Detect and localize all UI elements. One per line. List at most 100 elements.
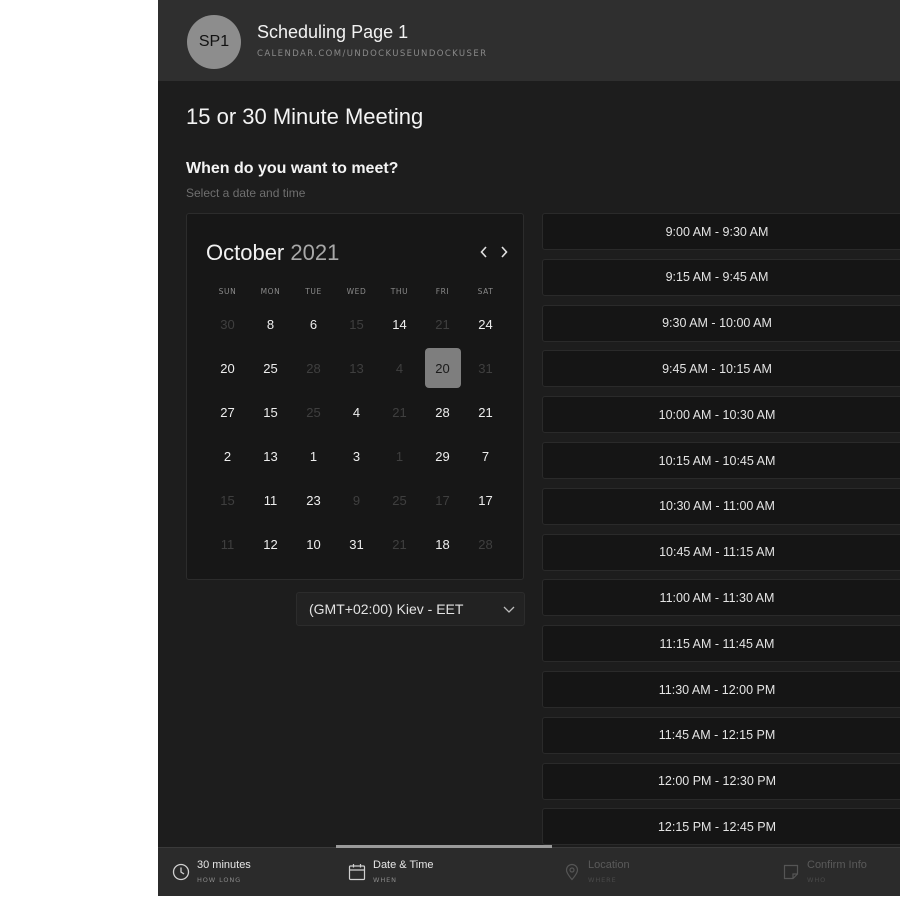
time-slot-button[interactable]: 10:15 AM - 10:45 AM <box>542 442 900 479</box>
available-day[interactable]: 17 <box>464 478 507 522</box>
month-label: October <box>206 240 285 265</box>
available-day[interactable]: 18 <box>421 522 464 566</box>
available-day[interactable]: 13 <box>249 434 292 478</box>
unavailable-day: 15 <box>335 302 378 346</box>
time-slot-button[interactable]: 10:45 AM - 11:15 AM <box>542 533 900 571</box>
time-slot-button[interactable]: 12:00 PM - 12:30 PM <box>542 762 900 800</box>
available-day[interactable]: 10 <box>292 522 335 566</box>
day-number: 3 <box>352 448 361 464</box>
previous-month-button[interactable] <box>476 242 492 262</box>
location-pin-icon <box>565 863 579 881</box>
unavailable-day: 9 <box>335 478 378 522</box>
weekday-label: SUN <box>218 287 237 296</box>
available-day[interactable]: 7 <box>464 434 507 478</box>
time-slot-button[interactable]: 9:00 AM - 9:30 AM <box>542 213 900 250</box>
step-subtitle: HOW LONG <box>197 876 242 884</box>
selected-day[interactable]: 20 <box>421 346 464 390</box>
unavailable-day: 13 <box>335 346 378 390</box>
time-slot-button[interactable]: 9:45 AM - 10:15 AM <box>542 350 900 388</box>
available-day[interactable]: 1 <box>292 434 335 478</box>
available-day[interactable]: 3 <box>335 434 378 478</box>
step-title: Date & Time <box>373 859 434 871</box>
available-day[interactable]: 24 <box>464 302 507 346</box>
step-subtitle: WHEN <box>373 876 397 884</box>
day-number: 8 <box>266 316 275 332</box>
available-day[interactable]: 15 <box>249 390 292 434</box>
time-slot-button[interactable]: 9:15 AM - 9:45 AM <box>542 258 900 296</box>
time-slot-button[interactable]: 11:45 AM - 12:15 PM <box>542 716 900 754</box>
day-number: 21 <box>392 404 407 420</box>
day-number: 31 <box>478 360 493 376</box>
available-day[interactable]: 4 <box>335 390 378 434</box>
time-slot-button[interactable]: 12:15 PM - 12:45 PM <box>542 808 900 846</box>
available-day[interactable]: 31 <box>335 522 378 566</box>
time-slot-button[interactable]: 11:00 AM - 11:30 AM <box>542 579 900 617</box>
step-subtitle: WHERE <box>588 876 617 884</box>
day-number: 28 <box>306 360 321 376</box>
scheduling-app: SP1 Scheduling Page 1 CALENDAR.COM/UNDOC… <box>158 0 900 896</box>
meeting-title: 15 or 30 Minute Meeting <box>186 104 424 129</box>
unavailable-day: 28 <box>464 522 507 566</box>
calendar-days-grid: 30 8 6 15 14 21 24 20 25 28 13 4 20 31 27 15 25 4 21 28 21 2 1… <box>206 302 508 566</box>
day-number: 15 <box>220 492 235 508</box>
year-label: 2021 <box>290 240 340 265</box>
month-year-label: October 2021 <box>206 240 339 266</box>
weekday-label: THU <box>390 287 409 296</box>
unavailable-day: 15 <box>206 478 249 522</box>
section-heading: When do you want to meet? <box>186 160 399 177</box>
time-slot-button[interactable]: 11:15 AM - 11:45 AM <box>542 625 900 663</box>
day-number: 4 <box>352 404 361 420</box>
scheduling-page-name: Scheduling Page 1 <box>257 22 409 42</box>
day-number: 1 <box>309 448 318 464</box>
available-day[interactable]: 14 <box>378 302 421 346</box>
day-number: 6 <box>309 316 318 332</box>
day-number: 14 <box>392 316 407 332</box>
booking-steps-bar: 30 minutes HOW LONG Date & Time WHEN Loc… <box>158 845 900 896</box>
available-day[interactable]: 23 <box>292 478 335 522</box>
day-number: 15 <box>263 404 278 420</box>
time-slot-button[interactable]: 10:30 AM - 11:00 AM <box>542 487 900 525</box>
available-day[interactable]: 12 <box>249 522 292 566</box>
timezone-select[interactable]: (GMT+02:00) Kiev - EET <box>296 592 525 626</box>
day-number: 28 <box>478 536 493 552</box>
available-day[interactable]: 29 <box>421 434 464 478</box>
next-month-button[interactable] <box>496 242 512 262</box>
available-day[interactable]: 8 <box>249 302 292 346</box>
note-icon <box>783 864 799 880</box>
day-number: 10 <box>306 536 321 552</box>
available-day[interactable]: 25 <box>249 346 292 390</box>
weekday-header: SUN MON TUE WED THU FRI SAT <box>206 287 508 296</box>
day-number: 9 <box>352 492 361 508</box>
unavailable-day: 21 <box>378 390 421 434</box>
step-subtitle: WHO <box>807 876 827 884</box>
available-day[interactable]: 2 <box>206 434 249 478</box>
available-day[interactable]: 6 <box>292 302 335 346</box>
step-title: Location <box>588 859 630 871</box>
day-number: 17 <box>435 492 450 508</box>
available-day[interactable]: 21 <box>464 390 507 434</box>
chevron-down-icon <box>503 606 515 613</box>
page-header: SP1 Scheduling Page 1 CALENDAR.COM/UNDOC… <box>158 0 900 81</box>
unavailable-day: 25 <box>292 390 335 434</box>
available-day[interactable]: 11 <box>249 478 292 522</box>
time-slot-button[interactable]: 10:00 AM - 10:30 AM <box>542 396 900 434</box>
day-number: 25 <box>263 360 278 376</box>
weekday-label: FRI <box>435 287 450 296</box>
scheduling-page-url[interactable]: CALENDAR.COM/UNDOCKUSEUNDOCKUSER <box>257 49 487 59</box>
day-number: 21 <box>392 536 407 552</box>
day-number: 11 <box>220 536 235 552</box>
day-number: 17 <box>478 492 493 508</box>
weekday-label: TUE <box>305 287 322 296</box>
day-number: 27 <box>220 404 235 420</box>
available-day[interactable]: 27 <box>206 390 249 434</box>
day-number: 20 <box>424 348 461 388</box>
available-day[interactable]: 28 <box>421 390 464 434</box>
day-number: 31 <box>349 536 364 552</box>
day-number: 28 <box>435 404 450 420</box>
day-number: 12 <box>263 536 278 552</box>
available-day[interactable]: 20 <box>206 346 249 390</box>
day-number: 21 <box>435 316 450 332</box>
day-number: 29 <box>435 448 450 464</box>
time-slot-button[interactable]: 11:30 AM - 12:00 PM <box>542 671 900 708</box>
time-slot-button[interactable]: 9:30 AM - 10:00 AM <box>542 304 900 342</box>
